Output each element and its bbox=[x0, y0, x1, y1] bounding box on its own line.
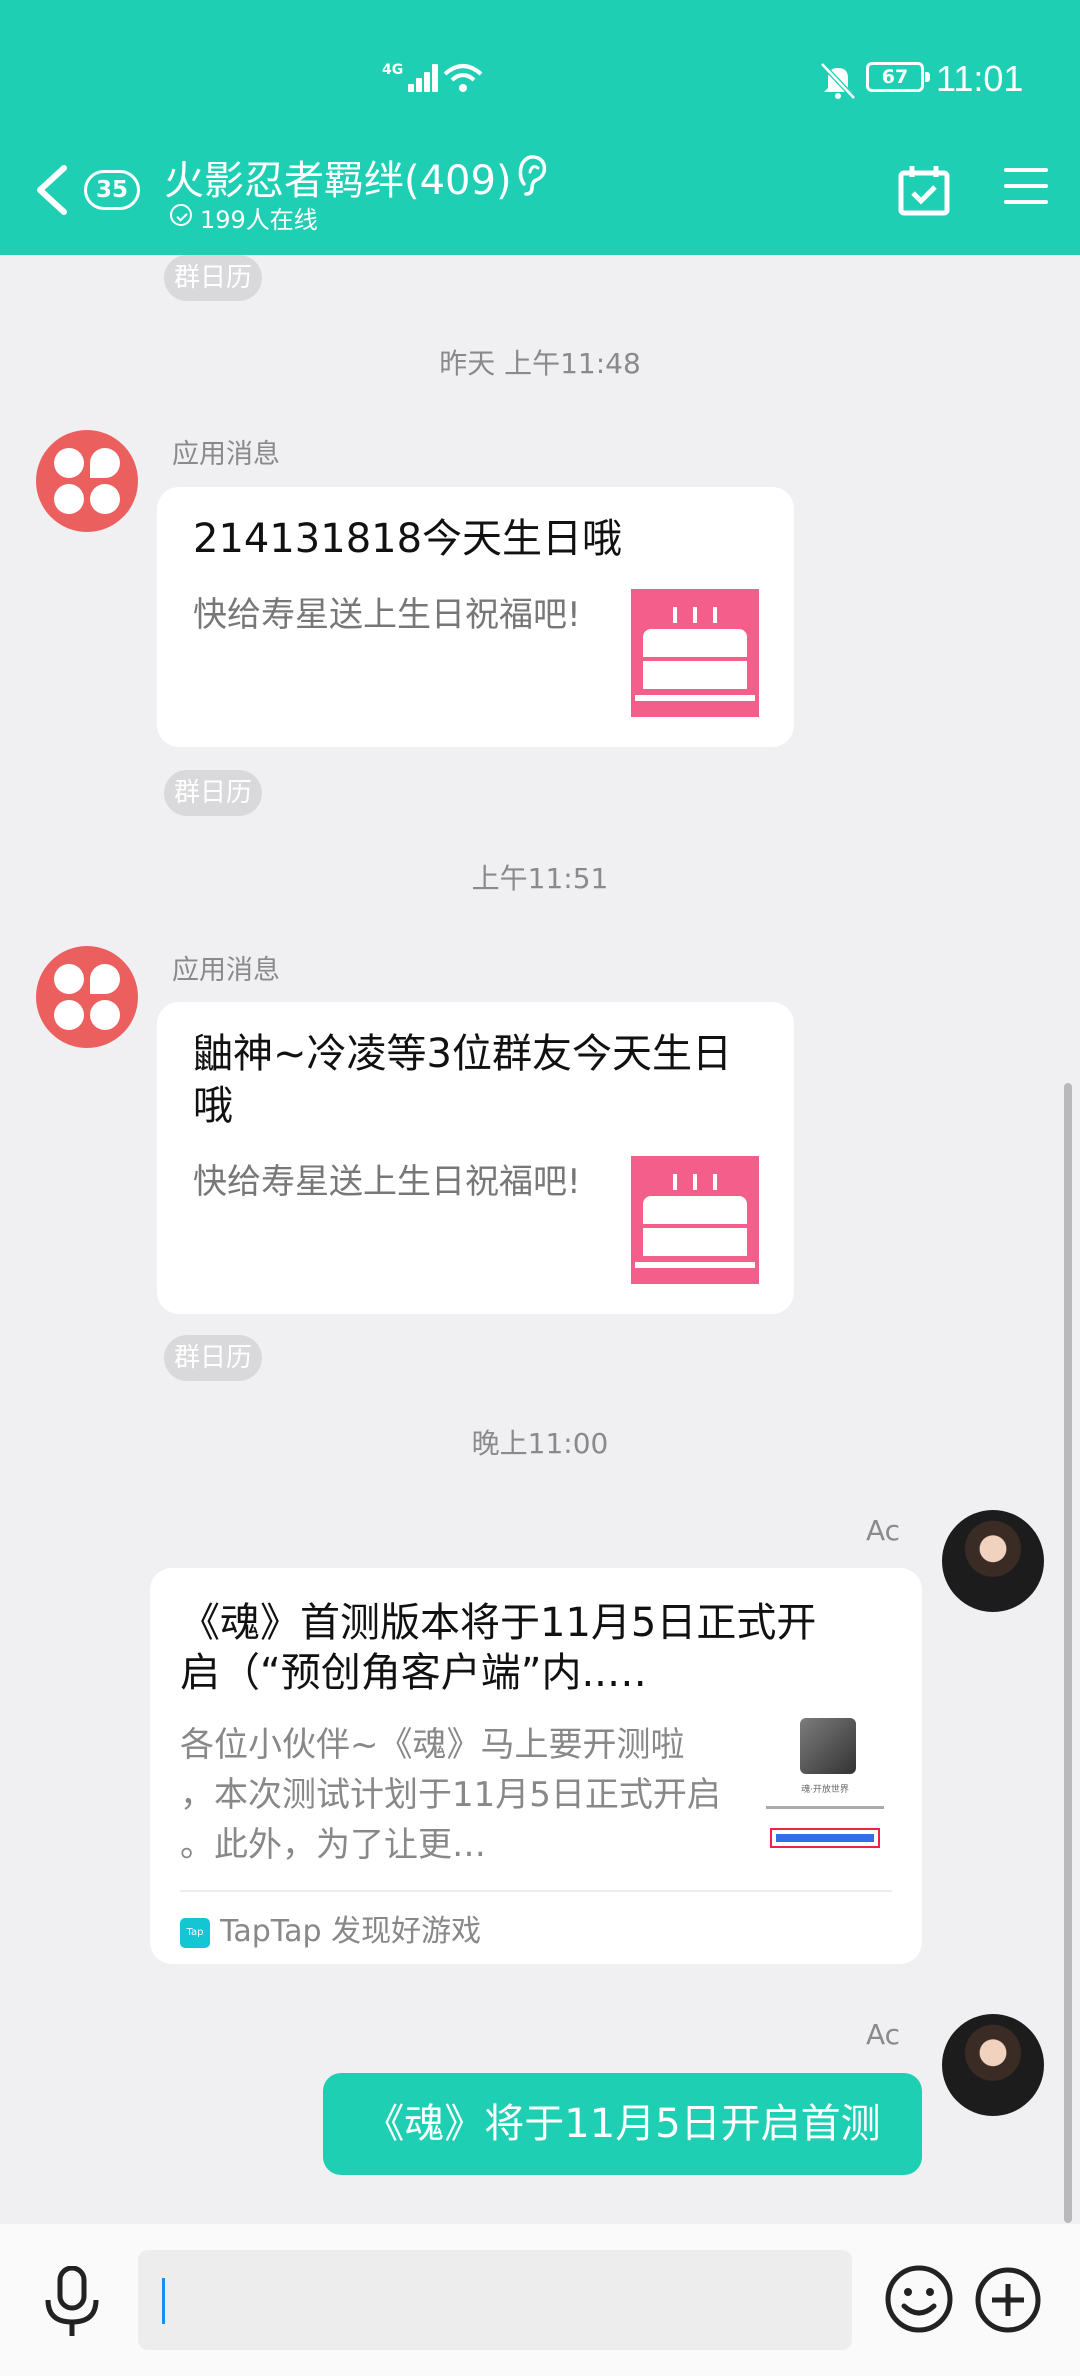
online-count: 199人在线 bbox=[200, 206, 318, 234]
calendar-tag[interactable]: 群日历 bbox=[164, 1335, 263, 1381]
cake-icon bbox=[631, 589, 759, 717]
share-thumbnail: 魂·开放世界 bbox=[760, 1718, 890, 1848]
calendar-check-icon[interactable] bbox=[897, 163, 951, 217]
sender-name: 应用消息 bbox=[172, 439, 280, 470]
status-time: 11:01 bbox=[936, 58, 1024, 99]
status-bar: 4G 67 11:01 bbox=[0, 0, 1080, 160]
menu-icon[interactable] bbox=[1004, 168, 1048, 212]
game-logo bbox=[800, 1718, 856, 1774]
share-title-line-1: 《魂》首测版本将于11月5日正式开 bbox=[180, 1600, 817, 1646]
bell-muted-icon bbox=[820, 62, 856, 100]
text-message-bubble[interactable]: 《魂》将于11月5日开启首测 bbox=[323, 2073, 922, 2175]
taptap-share-card[interactable]: 《魂》首测版本将于11月5日正式开 启（“预创角客户端”内..… 各位小伙伴~《… bbox=[150, 1568, 922, 1964]
group-title[interactable]: 火影忍者羁绊(409) bbox=[164, 148, 512, 206]
birthday-card[interactable]: 鼬神~冷凌等3位群友今天生日 哦 快给寿星送上生日祝福吧! bbox=[157, 1002, 794, 1314]
share-source: Tap TapTap 发现好游戏 bbox=[180, 1906, 481, 1950]
emoji-icon[interactable] bbox=[884, 2264, 954, 2334]
user-avatar[interactable] bbox=[942, 1510, 1044, 1612]
input-bar bbox=[0, 2224, 1080, 2376]
scrollbar[interactable] bbox=[1064, 1083, 1072, 2223]
timestamp: 上午11:51 bbox=[471, 862, 609, 895]
timestamp: 昨天 上午11:48 bbox=[439, 347, 641, 380]
calendar-tag[interactable]: 群日历 bbox=[164, 255, 263, 301]
thumbnail-download-button bbox=[770, 1828, 880, 1848]
wifi-icon bbox=[443, 64, 483, 92]
plus-icon[interactable] bbox=[974, 2266, 1042, 2334]
ear-icon[interactable] bbox=[512, 150, 552, 198]
online-check-icon bbox=[170, 204, 192, 226]
thumbnail-caption: 魂·开放世界 bbox=[801, 1785, 849, 1795]
source-text: TapTap 发现好游戏 bbox=[220, 1914, 482, 1949]
taptap-logo-icon: Tap bbox=[180, 1917, 210, 1948]
share-desc-line-2: ，本次测试计划于11月5日正式开启 bbox=[180, 1775, 721, 1815]
message-input[interactable] bbox=[138, 2250, 852, 2350]
user-avatar[interactable] bbox=[942, 2014, 1044, 2116]
sender-name: 应用消息 bbox=[172, 955, 280, 986]
share-desc-line-3: 。此外，为了让更… bbox=[180, 1825, 486, 1865]
share-desc-line-1: 各位小伙伴~《魂》马上要开测啦 bbox=[180, 1725, 685, 1765]
calendar-tag[interactable]: 群日历 bbox=[164, 770, 263, 816]
battery-indicator: 67 bbox=[866, 62, 930, 92]
unread-count-badge[interactable]: 35 bbox=[84, 170, 140, 210]
online-status: 199人在线 bbox=[170, 200, 318, 235]
sender-name: Ac bbox=[866, 1514, 901, 1547]
share-description: 各位小伙伴~《魂》马上要开测啦 ，本次测试计划于11月5日正式开启 。此外，为了… bbox=[180, 1720, 740, 1870]
network-type: 4G bbox=[382, 62, 404, 78]
timestamp: 晚上11:00 bbox=[471, 1427, 609, 1460]
card-subtitle: 快给寿星送上生日祝福吧! bbox=[193, 595, 581, 635]
card-divider bbox=[180, 1890, 892, 1892]
microphone-icon[interactable] bbox=[42, 2266, 102, 2338]
card-title-line-2: 哦 bbox=[193, 1083, 233, 1129]
app-message-avatar[interactable] bbox=[36, 946, 138, 1048]
birthday-card[interactable]: 214131818今天生日哦 快给寿星送上生日祝福吧! bbox=[157, 487, 794, 747]
card-title-line-1: 鼬神~冷凌等3位群友今天生日 bbox=[193, 1031, 732, 1077]
card-title: 鼬神~冷凌等3位群友今天生日 哦 bbox=[193, 1028, 732, 1132]
app-message-avatar[interactable] bbox=[36, 430, 138, 532]
card-title: 214131818今天生日哦 bbox=[193, 516, 623, 562]
sender-name: Ac bbox=[866, 2018, 901, 2051]
card-subtitle: 快给寿星送上生日祝福吧! bbox=[193, 1162, 581, 1202]
share-title-line-2: 启（“预创角客户端”内..… bbox=[180, 1650, 647, 1696]
share-title: 《魂》首测版本将于11月5日正式开 启（“预创角客户端”内..… bbox=[180, 1598, 880, 1698]
cake-icon bbox=[631, 1156, 759, 1284]
signal-bars-icon bbox=[402, 62, 442, 92]
back-arrow-icon[interactable] bbox=[30, 162, 74, 218]
text-caret bbox=[162, 2278, 165, 2324]
top-bar: 4G 67 11:01 35 火影忍者羁绊(409) 199人在线 bbox=[0, 0, 1080, 255]
